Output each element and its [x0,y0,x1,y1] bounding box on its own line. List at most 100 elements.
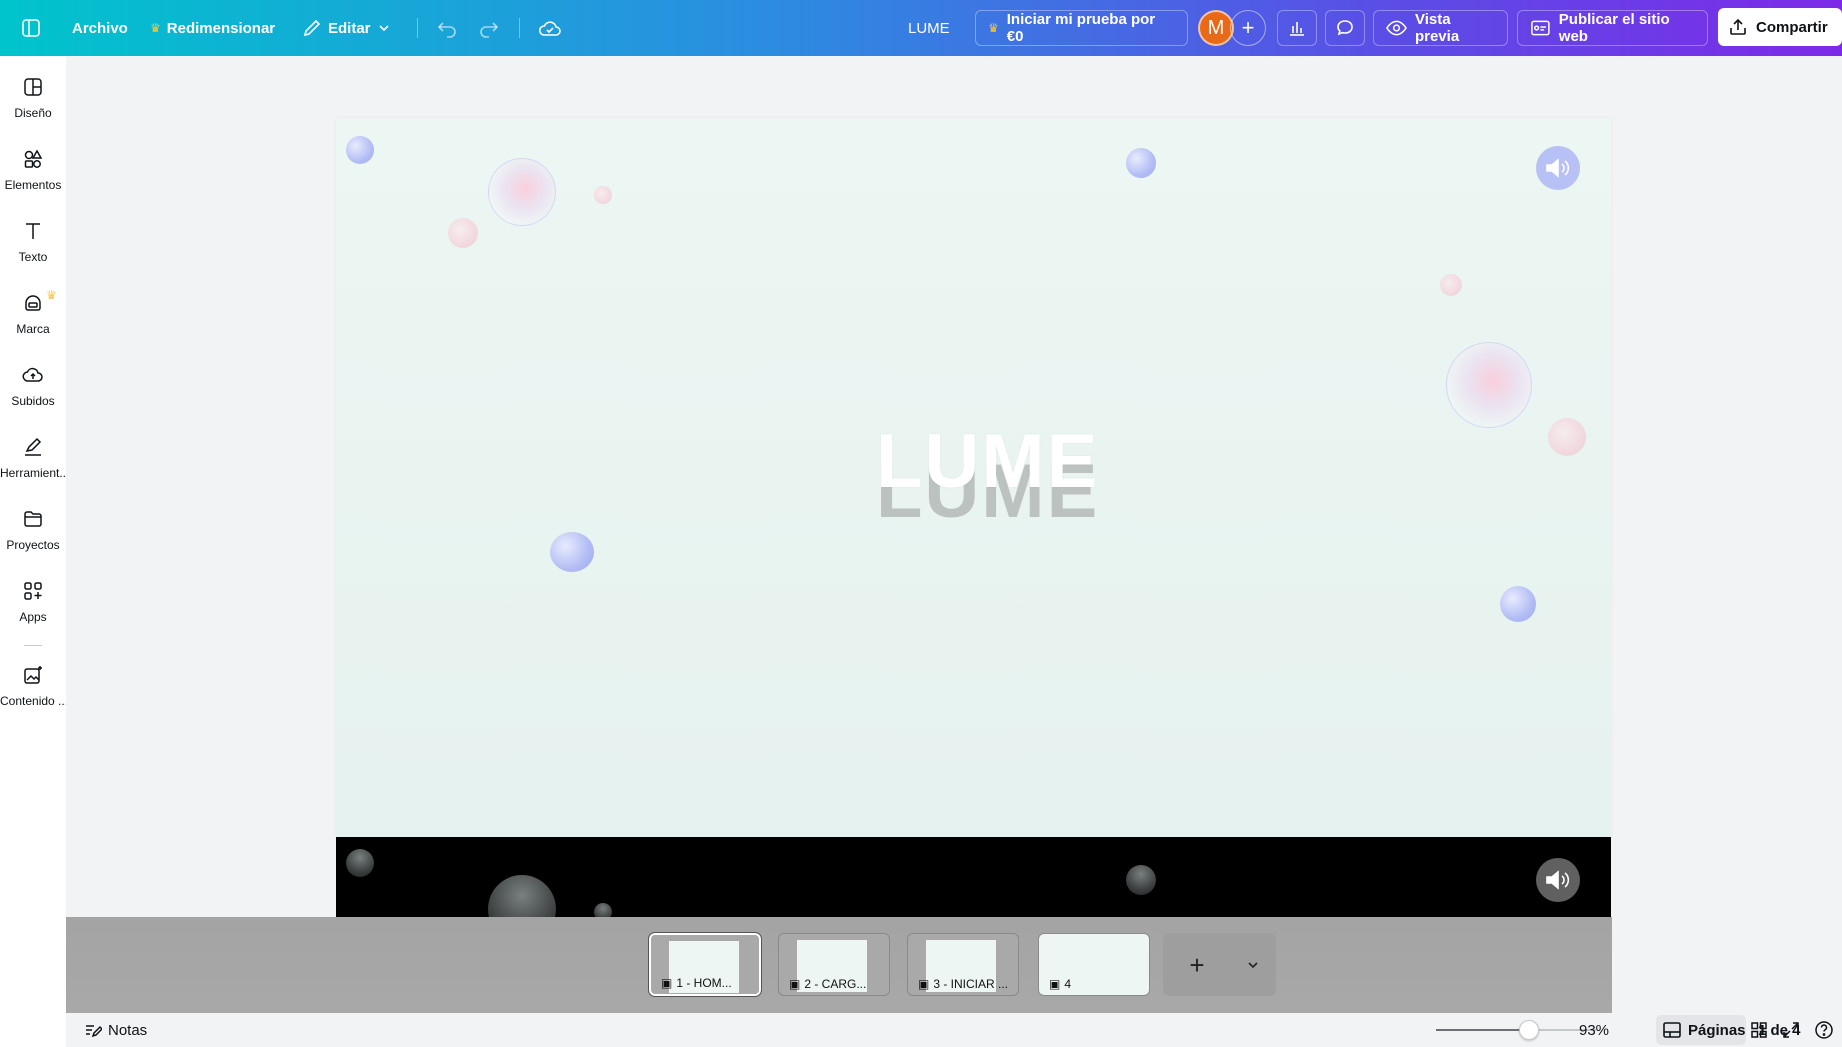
page-thumbnail-4[interactable]: ▣ 4 [1038,933,1150,996]
page-options-button[interactable] [1241,953,1265,977]
sidebar-item-magic-media[interactable]: Contenido ... [0,654,66,718]
grid-view-button[interactable] [1750,1013,1768,1047]
pages-icon [1663,1022,1681,1038]
insights-button[interactable] [1277,10,1317,46]
decorative-bubble [594,186,612,204]
plus-icon: + [1189,949,1205,980]
help-button[interactable] [1814,1013,1834,1047]
decorative-bubble [1126,865,1156,895]
decorative-bubble [1446,342,1532,428]
decorative-bubble [550,532,594,572]
crown-icon: ♛ [46,288,57,302]
file-menu-button[interactable]: Archivo [72,0,128,56]
volume-icon [1546,158,1570,178]
share-button[interactable]: Compartir [1718,8,1842,46]
volume-button[interactable] [1536,146,1580,190]
sidebar-item-elements[interactable]: Elementos [0,138,66,202]
zoom-value: 93% [1579,1021,1610,1039]
add-page-button[interactable]: + [1183,949,1211,980]
page-thumbnail-title: 2 - CARG... [804,977,867,991]
pen-tool-icon [25,437,42,456]
resize-button[interactable]: ♛ Redimensionar [150,0,275,56]
page-thumbnail-label: ▣ 3 - INICIAR ... [918,977,1008,991]
top-toolbar: Archivo ♛ Redimensionar Editar LUME ♛ In… [0,0,1842,56]
comments-button[interactable] [1325,10,1365,46]
sidebar-item-label: Subidos [11,394,55,408]
plus-icon: + [1241,15,1255,40]
save-status-button[interactable] [538,0,562,56]
user-avatar[interactable]: M [1198,10,1234,46]
zoom-slider-handle[interactable] [1518,1020,1539,1040]
sidebar-item-projects[interactable]: Proyectos [0,498,66,562]
decorative-bubble [346,849,374,877]
toggle-sidebar-button[interactable] [20,0,42,56]
title-text[interactable]: LUME [876,418,1099,505]
cloud-check-icon [538,21,561,36]
comment-icon [1337,20,1353,36]
start-trial-button[interactable]: ♛ Iniciar mi prueba por €0 [975,10,1188,46]
document-title[interactable]: LUME [908,0,950,56]
sidebar-item-apps[interactable]: Apps [0,570,66,634]
notes-button[interactable]: Notas [84,1013,147,1047]
sidebar-item-label: Proyectos [6,538,60,552]
undo-icon [437,22,456,38]
sidebar-item-label: Apps [19,610,47,624]
notes-icon [86,1025,102,1038]
redo-button[interactable] [478,0,500,56]
undo-button[interactable] [436,0,458,56]
website-icon [1531,20,1550,36]
file-menu-label: Archivo [72,19,128,37]
page-thumbnail-2[interactable]: ▣ 2 - CARG... [778,933,890,996]
invite-collaborator-button[interactable]: + [1230,10,1266,46]
decorative-bubble [448,218,478,248]
notes-label: Notas [108,1021,148,1039]
page-thumbnail-3[interactable]: ▣ 3 - INICIAR ... [907,933,1019,996]
page-thumbnail-title: 3 - INICIAR ... [933,977,1009,991]
edit-mode-button[interactable]: Editar [302,0,391,56]
volume-icon [1546,870,1570,890]
publish-website-button[interactable]: Publicar el sitio web [1517,10,1708,46]
fullscreen-button[interactable] [1782,1013,1800,1047]
decorative-bubble [488,158,556,226]
document-title-label: LUME [908,19,950,37]
page-thumbnail-title: 4 [1064,977,1072,991]
decorative-bubble [1500,586,1536,622]
sidebar-item-label: Diseño [14,106,52,120]
canvas-page-2[interactable] [336,837,1611,917]
crown-icon: ♛ [150,21,161,35]
text-icon [26,223,40,239]
page-thumbnail-1[interactable]: ▣ 1 - HOM... [648,932,762,997]
page-thumbnail-label: ▣ 1 - HOM... [661,976,732,990]
sidebar-toggle-icon [22,19,40,37]
help-icon [1815,1021,1833,1039]
sidebar-item-label: Marca [16,322,50,336]
sidebar-item-brand[interactable]: ♛ Marca [0,282,66,346]
sidebar-item-tools[interactable]: Herramient... [0,426,66,490]
publish-label: Publicar el sitio web [1558,11,1670,45]
volume-button[interactable] [1536,858,1580,902]
sidebar-item-design[interactable]: Diseño [0,66,66,130]
magic-media-icon [24,666,42,684]
canvas-page-1[interactable]: LUME LUME [336,118,1611,838]
decorative-bubble [346,136,374,164]
bar-chart-icon [1290,22,1304,36]
decorative-bubble [594,903,612,917]
crown-icon: ♛ [988,21,999,35]
shapes-icon [24,149,43,168]
zoom-percentage[interactable]: 93% [1579,1013,1609,1047]
toolbar-divider [519,18,520,38]
sidebar-divider [24,645,42,646]
trial-label: Iniciar mi prueba por €0 [1006,11,1156,45]
share-label: Compartir [1756,18,1828,36]
resize-label: Redimensionar [166,19,276,37]
sidebar-item-uploads[interactable]: Subidos [0,354,66,418]
page-thumbnail-label: ▣ 4 [1049,977,1071,991]
preview-label: Vista previa [1414,11,1460,45]
sidebar-item-text[interactable]: Texto [0,210,66,274]
bottom-bar: Notas 93% Páginas 1 de 4 [66,1013,1842,1047]
decorative-bubble [1126,148,1156,178]
website-icon: ▣ [1049,977,1061,991]
brand-icon [25,295,41,311]
preview-button[interactable]: Vista previa [1373,10,1508,46]
decorative-bubble [1440,274,1462,296]
